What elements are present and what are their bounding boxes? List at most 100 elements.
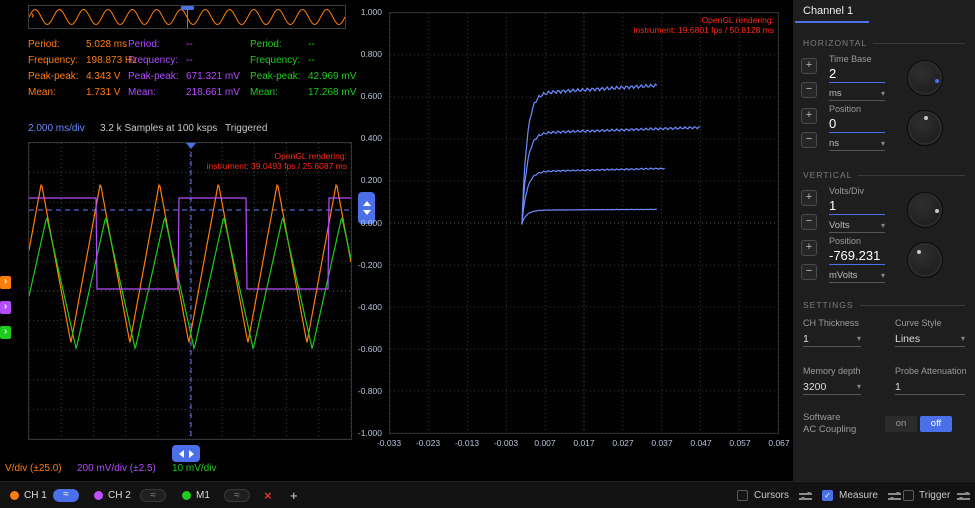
timebase-increment-button[interactable]: + [801, 58, 817, 74]
voltsdiv-knob[interactable] [907, 192, 943, 228]
vposition-control: + − Position -769.231 mVolts▾ [799, 236, 971, 286]
hposition-unit-select[interactable]: ns▾ [829, 138, 885, 151]
tab-ch1[interactable]: CH 1 [24, 490, 47, 501]
trigger-menu-icon[interactable] [957, 491, 970, 501]
trigger-position-marker-icon[interactable] [186, 143, 196, 149]
capture-preview-strip[interactable]: › [28, 5, 346, 29]
probe-attenuation-input[interactable]: 1 [895, 380, 965, 395]
timebase-value-input[interactable]: 2 [829, 66, 885, 83]
tab-m1[interactable]: M1 [196, 490, 210, 501]
cursors-checkbox[interactable] [737, 490, 748, 501]
cursors-label[interactable]: Cursors [754, 490, 789, 501]
ac-coupling-on-button[interactable]: on [885, 416, 917, 432]
scope-plot[interactable]: OpenGL rendering: instrument: 39.0493 fp… [28, 142, 352, 440]
measurement-column: Period:--Frequency:--Peak-peak:671.321 m… [128, 37, 240, 101]
ch2-level-marker[interactable]: › [0, 301, 11, 314]
timebase-readout: 2.000 ms/div [28, 123, 85, 134]
vposition-increment-button[interactable]: + [801, 240, 817, 256]
hposition-decrement-button[interactable]: − [801, 132, 817, 148]
ch2-color-dot [94, 491, 103, 500]
xy-y-tick-label: -0.200 [358, 260, 382, 270]
measurement-row: Frequency:198.873 Hz [28, 53, 137, 69]
ch2-vdiv-label: 200 mV/div (±2.5) [77, 463, 156, 474]
section-horizontal: HORIZONTAL [803, 38, 965, 48]
curve-style-select[interactable]: Lines▾ [895, 332, 965, 347]
hposition-value-input[interactable]: 0 [829, 116, 885, 133]
arrow-right-icon [189, 450, 194, 458]
voltsdiv-increment-button[interactable]: + [801, 190, 817, 206]
tab-ch2[interactable]: CH 2 [108, 490, 131, 501]
close-channel-button[interactable]: × [264, 488, 272, 503]
ch1-menu-toggle[interactable]: ≈ [53, 489, 79, 502]
measurement-column: Period:--Frequency:--Peak-peak:42.969 mV… [250, 37, 356, 101]
xy-x-tick-label: 0.027 [612, 438, 633, 448]
trigger-checkbox[interactable] [903, 490, 914, 501]
measure-checkbox[interactable]: ✓ [822, 490, 833, 501]
vposition-unit-select[interactable]: mVolts▾ [829, 270, 885, 283]
voltsdiv-value-input[interactable]: 1 [829, 198, 885, 215]
measurement-row: Mean:1.731 V [28, 85, 137, 101]
vposition-decrement-button[interactable]: − [801, 264, 817, 280]
measurement-row: Peak-peak:671.321 mV [128, 69, 240, 85]
measurement-row: Peak-peak:4.343 V [28, 69, 137, 85]
xy-trace [522, 84, 657, 225]
m1-menu-toggle[interactable]: ≈ [224, 489, 250, 502]
timebase-knob[interactable] [907, 60, 943, 96]
voltsdiv-unit-select[interactable]: Volts▾ [829, 220, 885, 233]
ch2-menu-toggle[interactable]: ≈ [140, 489, 166, 502]
section-vertical: VERTICAL [803, 170, 965, 180]
ch-thickness-select[interactable]: 1▾ [803, 332, 861, 347]
hposition-label: Position [829, 104, 861, 114]
xy-y-tick-label: 1.000 [361, 7, 382, 17]
samples-readout: 3.2 k Samples at 100 ksps [100, 123, 217, 134]
timebase-unit-select[interactable]: ms▾ [829, 88, 885, 101]
xy-y-tick-label: 0.200 [361, 175, 382, 185]
xy-x-tick-label: 0.037 [651, 438, 672, 448]
measure-label[interactable]: Measure [839, 490, 878, 501]
knob-indicator-icon [917, 250, 921, 254]
memory-depth-label: Memory depth [803, 366, 861, 376]
knob-indicator-icon [935, 209, 939, 213]
timebase-label: Time Base [829, 54, 872, 64]
xy-canvas [390, 13, 778, 433]
ch-thickness-label: CH Thickness [803, 318, 859, 328]
measure-menu-icon[interactable] [888, 491, 901, 501]
xy-plot[interactable]: OpenGL rendering: instrument: 19.6801 fp… [389, 12, 779, 434]
ch1-preview-marker-icon: › [31, 10, 34, 21]
chevron-down-icon: ▾ [881, 138, 885, 150]
ch1-level-marker[interactable]: › [0, 276, 11, 289]
xy-x-tick-label: -0.013 [455, 438, 479, 448]
m1-level-marker[interactable]: › [0, 326, 11, 339]
add-channel-button[interactable]: + [290, 488, 298, 503]
timebase-decrement-button[interactable]: − [801, 82, 817, 98]
xy-y-tick-label: -0.600 [358, 344, 382, 354]
xy-x-tick-label: 0.017 [573, 438, 594, 448]
ch1-color-dot [10, 491, 19, 500]
hposition-control: + − Position 0 ns▾ [799, 104, 971, 154]
chevron-down-icon: ▾ [857, 332, 861, 346]
measurement-row: Period:-- [250, 37, 356, 53]
m1-vdiv-label: 10 mV/div [172, 463, 216, 474]
preview-trigger-handle[interactable] [181, 6, 194, 10]
xy-x-tick-label: 0.067 [768, 438, 789, 448]
bottom-bar: CH 1 ≈ CH 2 ≈ M1 ≈ × + Cursors ✓ Measure… [0, 481, 975, 508]
xy-x-tick-label: 0.047 [690, 438, 711, 448]
hposition-knob[interactable] [907, 110, 943, 146]
xy-x-tick-label: -0.023 [416, 438, 440, 448]
trigger-state: Triggered [225, 123, 267, 134]
voltsdiv-decrement-button[interactable]: − [801, 214, 817, 230]
hposition-increment-button[interactable]: + [801, 108, 817, 124]
measurement-row: Frequency:-- [128, 53, 240, 69]
voltsdiv-control: + − Volts/Div 1 Volts▾ [799, 186, 971, 236]
horizontal-scroll-button[interactable] [172, 445, 200, 462]
ac-coupling-off-button[interactable]: off [920, 416, 952, 432]
xy-y-tick-label: 0.400 [361, 133, 382, 143]
timebase-control: + − Time Base 2 ms▾ [799, 54, 971, 104]
chevron-down-icon: ▾ [857, 380, 861, 394]
vposition-knob[interactable] [907, 242, 943, 278]
trigger-label[interactable]: Trigger [919, 490, 950, 501]
memory-depth-select[interactable]: 3200▾ [803, 380, 861, 395]
cursors-menu-icon[interactable] [799, 491, 812, 501]
vposition-value-input[interactable]: -769.231 [829, 248, 885, 265]
xy-x-tick-label: 0.057 [729, 438, 750, 448]
